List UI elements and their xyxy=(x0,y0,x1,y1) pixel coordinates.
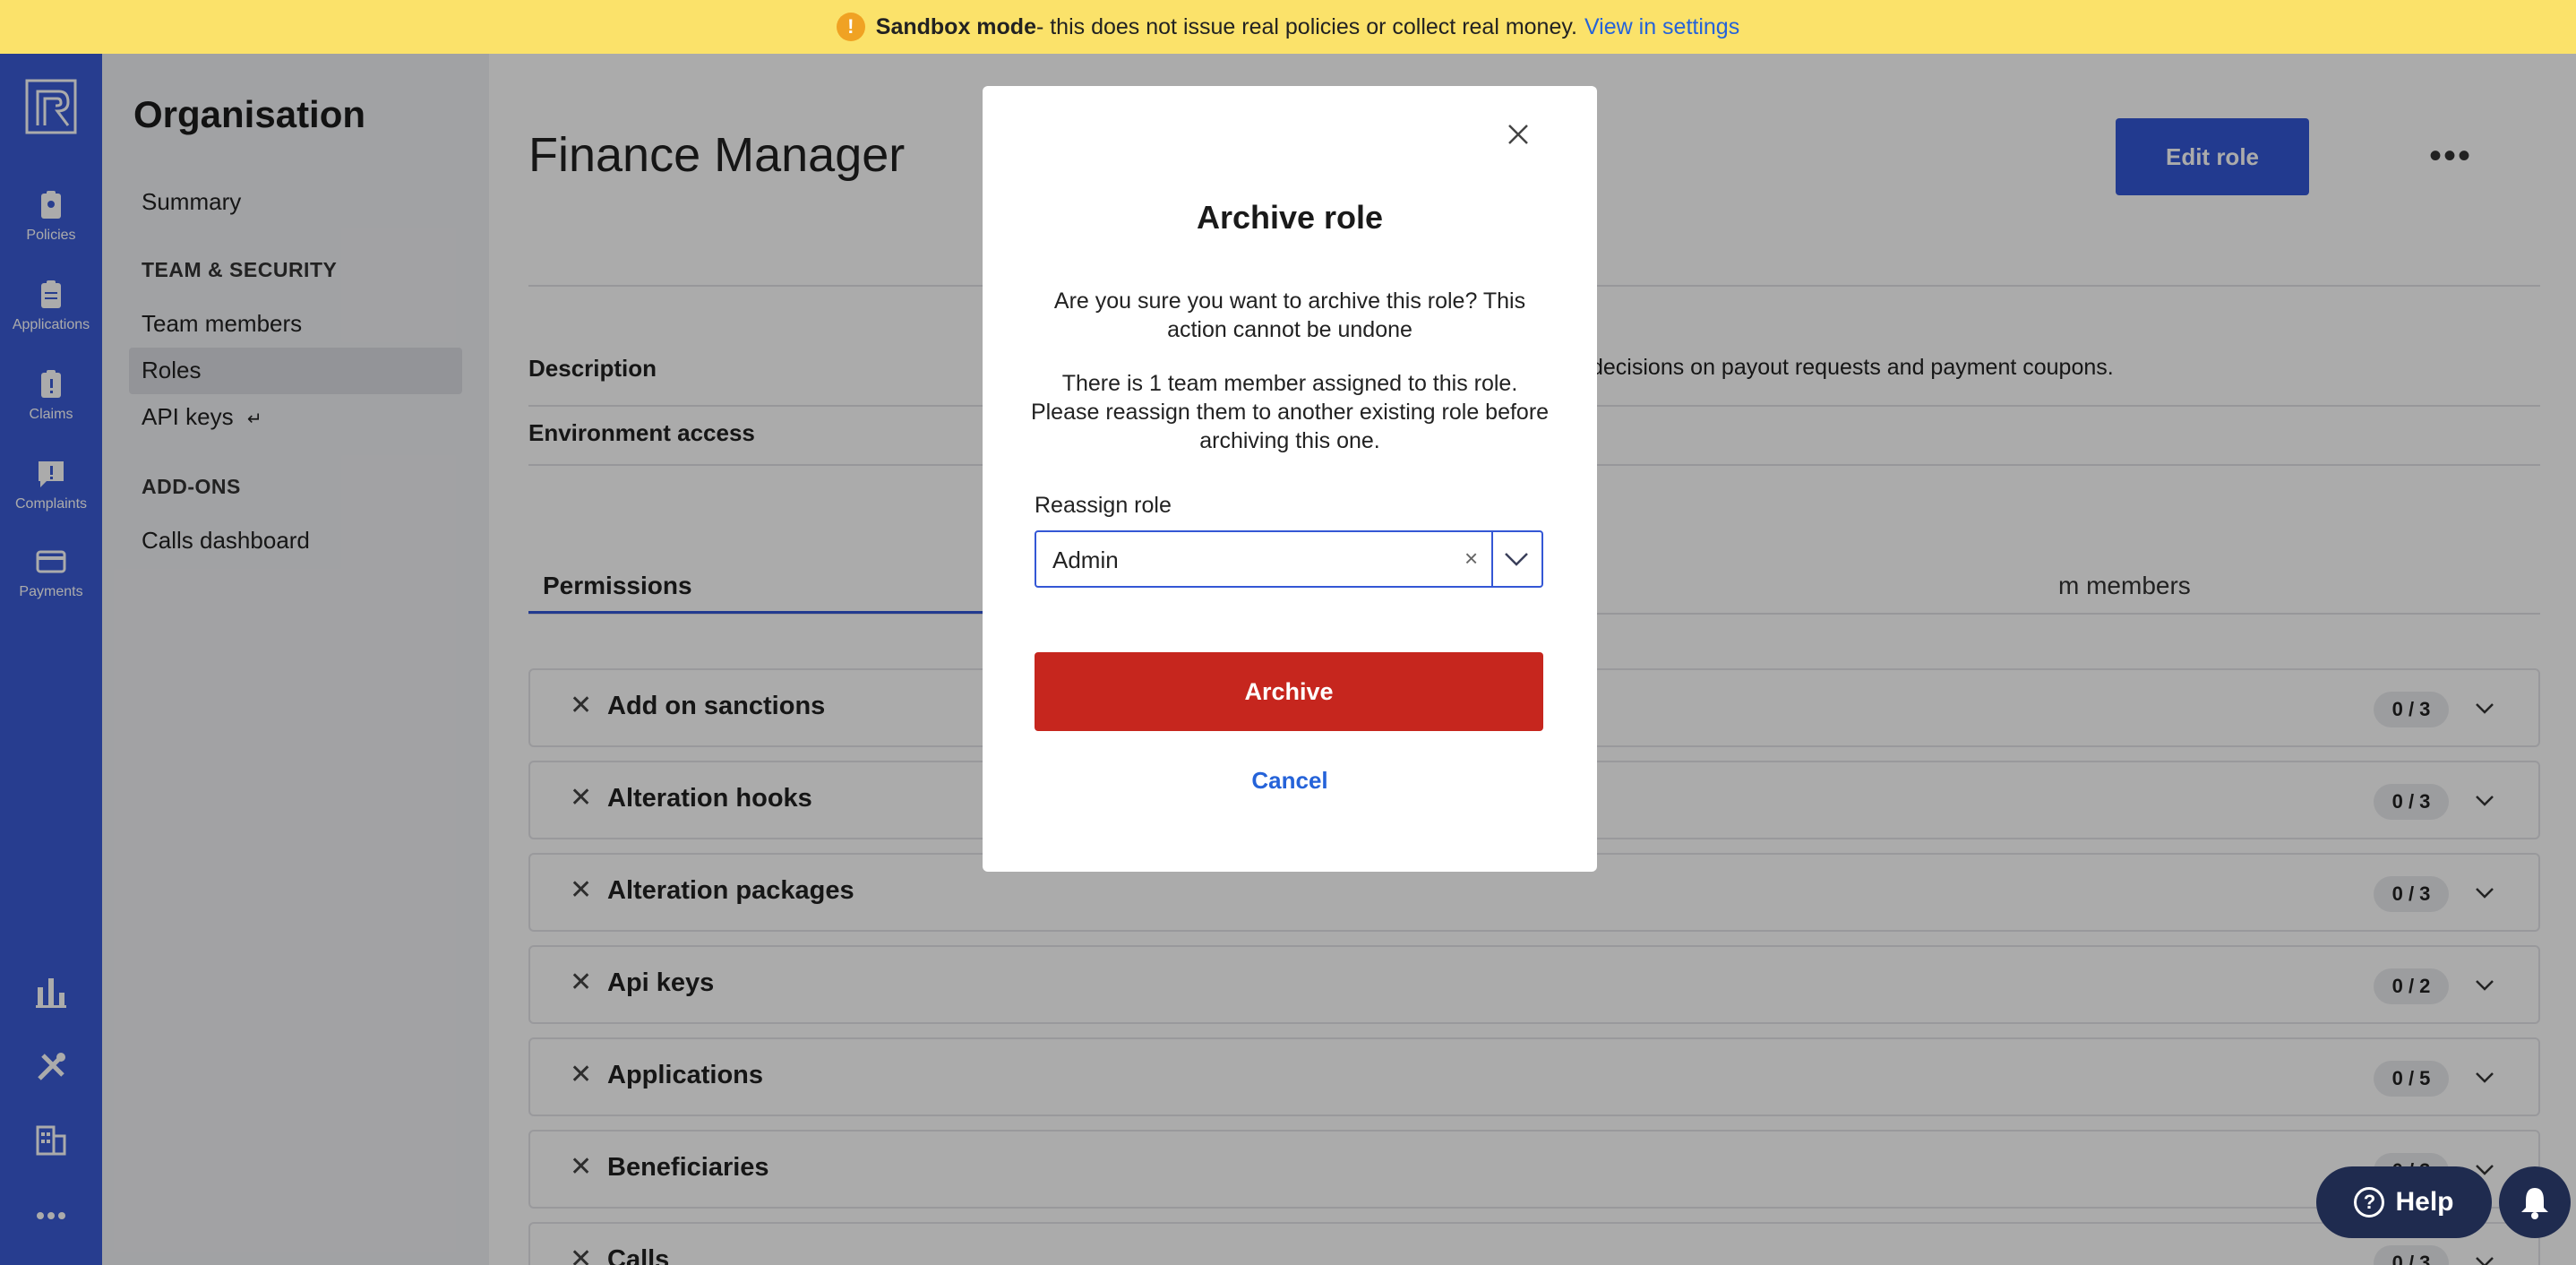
view-in-settings-link[interactable]: View in settings xyxy=(1584,14,1739,40)
notifications-button[interactable] xyxy=(2499,1166,2571,1238)
help-icon: ? xyxy=(2354,1187,2385,1218)
archive-role-dialog: Archive role Are you sure you want to ar… xyxy=(983,86,1597,872)
reassign-role-select[interactable]: Admin × xyxy=(1035,530,1543,588)
bell-icon xyxy=(2521,1188,2548,1219)
archive-button[interactable]: Archive xyxy=(1035,652,1543,731)
help-label: Help xyxy=(2395,1187,2454,1217)
sandbox-banner: ! Sandbox mode - this does not issue rea… xyxy=(0,0,2576,54)
confirm-text: Are you sure you want to archive this ro… xyxy=(1053,288,1526,342)
close-icon[interactable] xyxy=(1502,118,1534,151)
reassign-role-label: Reassign role xyxy=(1035,493,1172,518)
cancel-button[interactable]: Cancel xyxy=(983,767,1597,795)
help-button[interactable]: ? Help xyxy=(2316,1166,2492,1238)
selected-role-value: Admin xyxy=(1052,546,1119,573)
banner-title: Sandbox mode xyxy=(875,13,1036,39)
clear-selection-icon[interactable]: × xyxy=(1464,545,1478,572)
reassign-text: There is 1 team member assigned to this … xyxy=(1030,371,1550,453)
dialog-title: Archive role xyxy=(1196,199,1384,236)
banner-text: - this does not issue real policies or c… xyxy=(1035,13,1577,39)
select-divider xyxy=(1491,532,1493,586)
warning-icon: ! xyxy=(836,13,865,41)
chevron-down-icon[interactable] xyxy=(1502,546,1531,572)
